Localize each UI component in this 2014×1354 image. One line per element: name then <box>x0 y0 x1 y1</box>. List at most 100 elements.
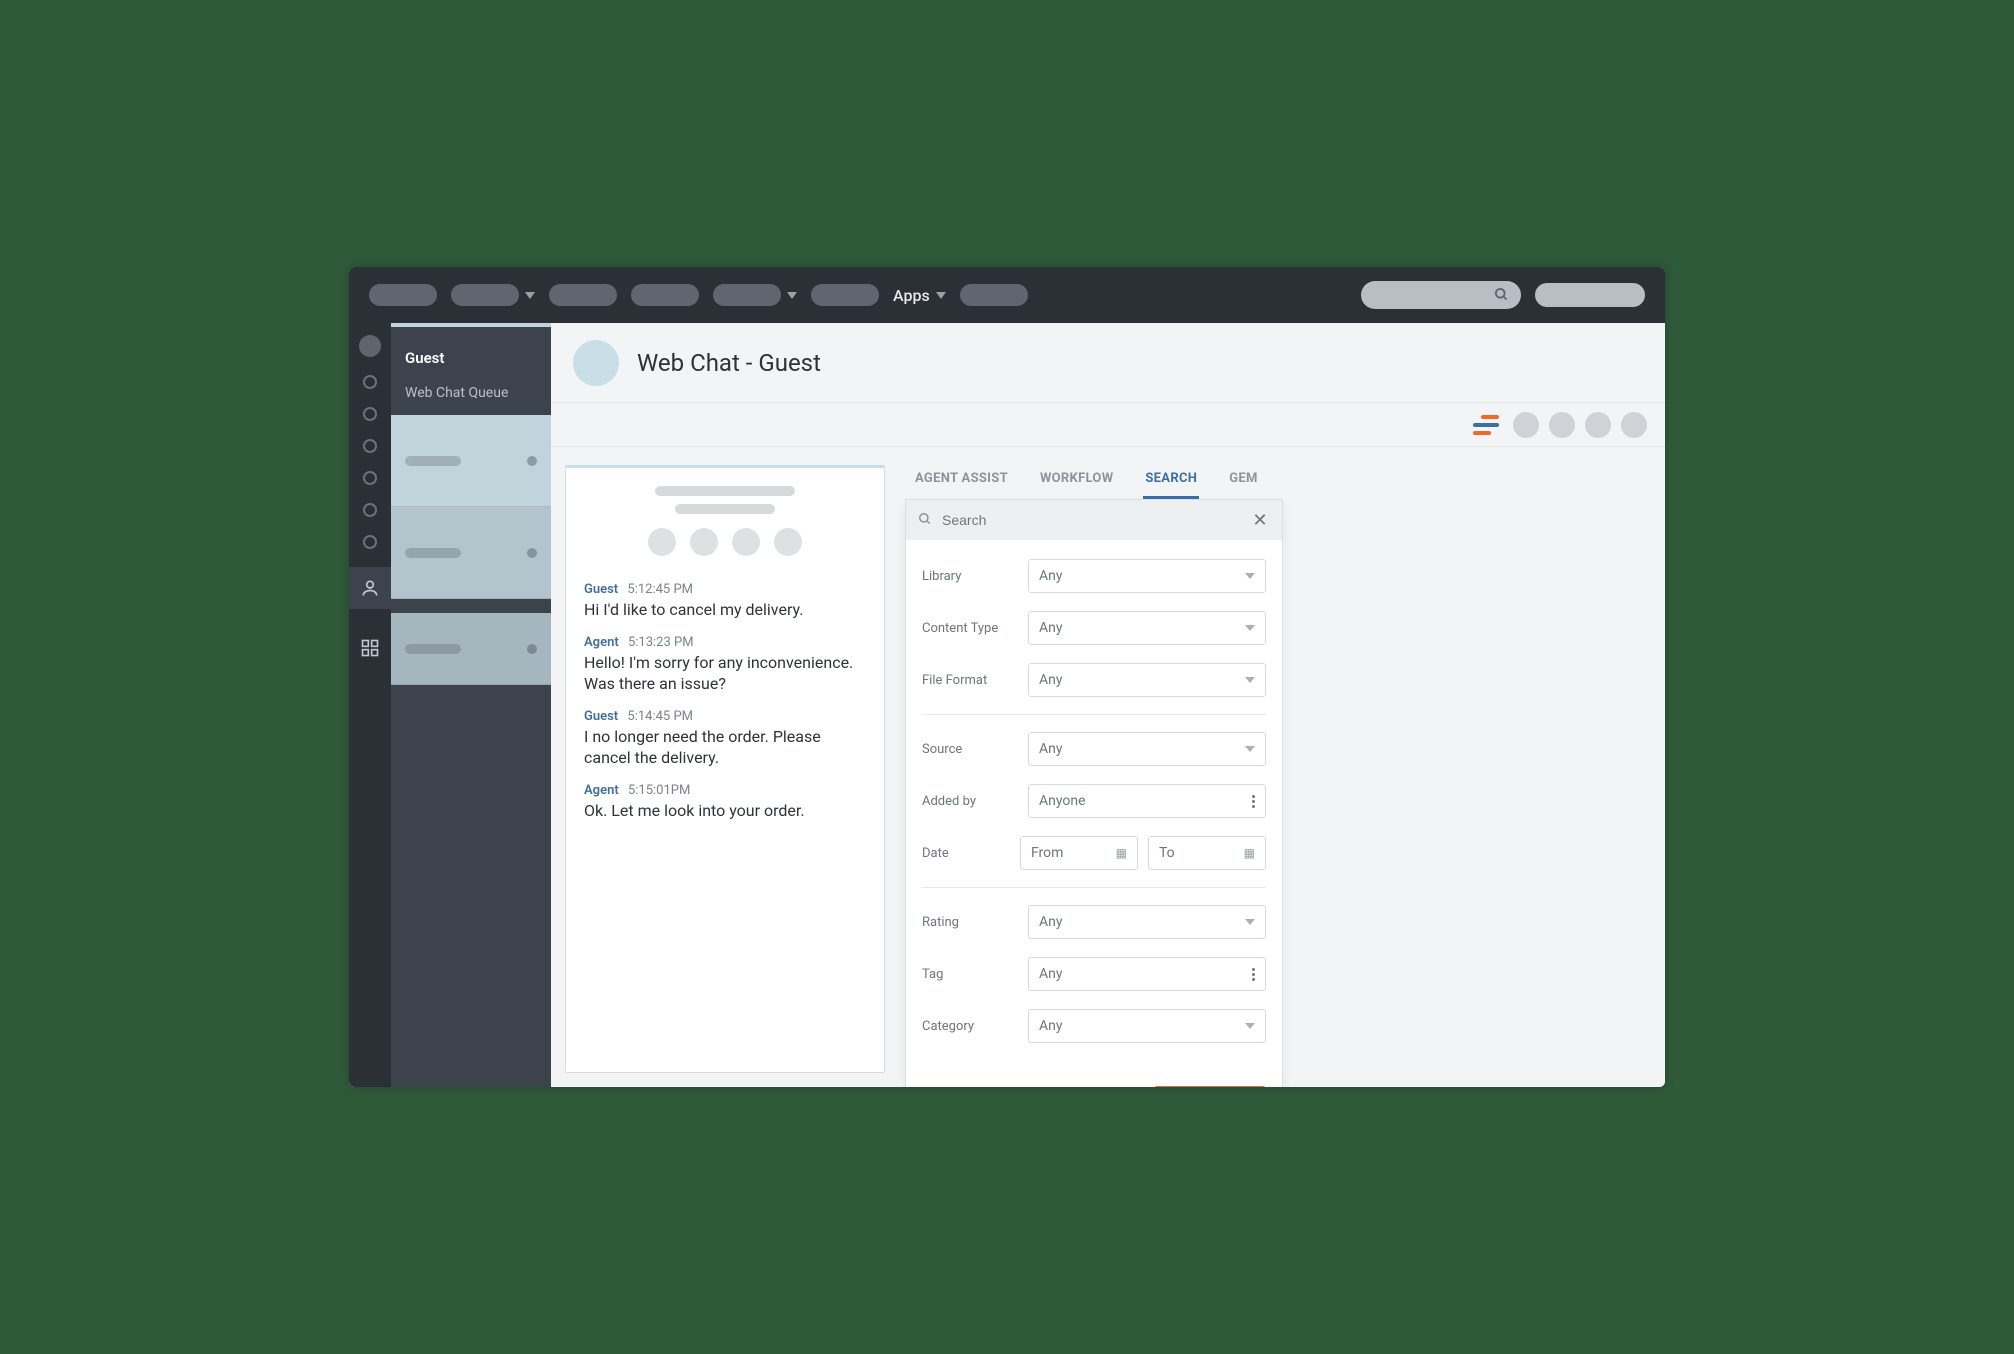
chat-timestamp: 5:14:45 PM <box>627 709 693 724</box>
tab-search[interactable]: SEARCH <box>1143 465 1199 499</box>
tab-gem[interactable]: GEM <box>1227 465 1259 499</box>
search-button[interactable]: SEARCH <box>1154 1086 1266 1087</box>
rail-status-1[interactable] <box>363 375 377 389</box>
rail-status-6[interactable] <box>363 535 377 549</box>
chat-text: Ok. Let me look into your order. <box>584 800 866 822</box>
tool-action-4[interactable] <box>1621 412 1647 438</box>
user-menu[interactable] <box>1535 283 1645 307</box>
conversation-title: Web Chat - Guest <box>637 349 821 377</box>
nav-apps-label: Apps <box>893 286 930 305</box>
chevron-down-icon <box>1245 746 1255 752</box>
close-icon[interactable]: ✕ <box>1250 510 1270 531</box>
sidebar-item-status-dot <box>527 644 537 654</box>
chat-sender: Agent <box>584 635 619 650</box>
chat-timestamp: 5:15:01PM <box>628 783 690 798</box>
date-label: Date <box>922 846 1010 861</box>
app-frame: Apps <box>349 267 1665 1087</box>
chat-header-avatars <box>584 528 866 556</box>
nav-placeholder-6[interactable] <box>811 284 879 306</box>
tool-strip <box>551 403 1665 447</box>
chevron-down-icon <box>1245 1023 1255 1029</box>
rail-status-3[interactable] <box>363 439 377 453</box>
rail-person-icon[interactable] <box>349 567 391 609</box>
added-by-label: Added by <box>922 794 1018 809</box>
chat-message: Guest 5:14:45 PM I no longer need the or… <box>584 709 866 769</box>
icon-rail <box>349 323 391 1087</box>
main: Web Chat - Guest <box>551 323 1665 1087</box>
content-type-select[interactable]: Any <box>1028 611 1266 645</box>
tab-workflow[interactable]: WORKFLOW <box>1038 465 1115 499</box>
main-header: Web Chat - Guest <box>551 323 1665 403</box>
nav-dropdown-1[interactable] <box>451 284 535 306</box>
conversation-avatar <box>573 340 619 386</box>
chat-message: Agent 5:15:01PM Ok. Let me look into you… <box>584 783 866 822</box>
chevron-down-icon <box>936 292 946 299</box>
added-by-select[interactable]: Anyone <box>1028 784 1266 818</box>
rail-status-2[interactable] <box>363 407 377 421</box>
file-format-select[interactable]: Any <box>1028 663 1266 697</box>
nav-placeholder-7[interactable] <box>960 284 1028 306</box>
nav-dropdown-2[interactable] <box>713 284 797 306</box>
topbar: Apps <box>349 267 1665 323</box>
chat-card: Guest 5:12:45 PM Hi I'd like to cancel m… <box>565 465 885 1073</box>
library-select[interactable]: Any <box>1028 559 1266 593</box>
calendar-icon: ▦ <box>1244 846 1255 860</box>
chat-timestamp: 5:13:23 PM <box>628 635 694 650</box>
sidebar-queue-item-3[interactable] <box>391 613 551 685</box>
tool-action-2[interactable] <box>1549 412 1575 438</box>
sidebar-subtitle[interactable]: Web Chat Queue <box>391 377 551 415</box>
calendar-icon: ▦ <box>1116 846 1127 860</box>
chat-timestamp: 5:12:45 PM <box>627 582 693 597</box>
date-to-input[interactable]: To ▦ <box>1148 836 1266 870</box>
more-options-icon <box>1252 795 1255 808</box>
tag-label: Tag <box>922 967 1018 982</box>
sidebar-queue-item-1[interactable] <box>391 415 551 507</box>
rail-avatar[interactable] <box>359 335 381 357</box>
search-icon <box>1494 287 1509 306</box>
search-panel-actions: RESET SEARCH <box>906 1068 1282 1087</box>
chevron-down-icon <box>1245 919 1255 925</box>
tab-agent-assist[interactable]: AGENT ASSIST <box>913 465 1010 499</box>
chevron-down-icon <box>1245 677 1255 683</box>
nav-placeholder-3[interactable] <box>549 284 617 306</box>
search-icon <box>918 511 932 530</box>
sidebar-item-placeholder <box>405 456 461 466</box>
file-format-label: File Format <box>922 673 1018 688</box>
tool-action-3[interactable] <box>1585 412 1611 438</box>
chat-sender: Guest <box>584 709 618 724</box>
sidebar-queue-item-2[interactable] <box>391 507 551 599</box>
sidebar-item-status-dot <box>527 456 537 466</box>
chevron-down-icon <box>1245 573 1255 579</box>
chevron-down-icon <box>525 292 535 299</box>
sidebar-item-placeholder <box>405 548 461 558</box>
chevron-down-icon <box>1245 625 1255 631</box>
rail-status-5[interactable] <box>363 503 377 517</box>
source-select[interactable]: Any <box>1028 732 1266 766</box>
content-type-label: Content Type <box>922 621 1018 636</box>
tag-select[interactable]: Any <box>1028 957 1266 991</box>
chat-sender: Agent <box>584 783 619 798</box>
rail-apps-icon[interactable] <box>349 627 391 669</box>
sidebar-item-placeholder <box>405 644 461 654</box>
nav-placeholder-1[interactable] <box>369 284 437 306</box>
more-options-icon <box>1252 968 1255 981</box>
chat-message: Guest 5:12:45 PM Hi I'd like to cancel m… <box>584 582 866 621</box>
search-input[interactable] <box>942 512 1240 528</box>
chat-text: Hello! I'm sorry for any inconvenience. … <box>584 652 866 695</box>
chat-text: I no longer need the order. Please cance… <box>584 726 866 769</box>
tool-action-1[interactable] <box>1513 412 1539 438</box>
content-area: Guest 5:12:45 PM Hi I'd like to cancel m… <box>551 447 1665 1087</box>
chat-text: Hi I'd like to cancel my delivery. <box>584 599 866 621</box>
source-label: Source <box>922 742 1018 757</box>
date-from-input[interactable]: From ▦ <box>1020 836 1138 870</box>
rating-select[interactable]: Any <box>1028 905 1266 939</box>
sidebar-item-status-dot <box>527 548 537 558</box>
nav-apps-dropdown[interactable]: Apps <box>893 286 946 305</box>
brand-icon[interactable] <box>1473 415 1499 435</box>
search-bar: ✕ <box>906 500 1282 540</box>
chat-message: Agent 5:13:23 PM Hello! I'm sorry for an… <box>584 635 866 695</box>
global-search-input[interactable] <box>1361 281 1521 309</box>
category-select[interactable]: Any <box>1028 1009 1266 1043</box>
rail-status-4[interactable] <box>363 471 377 485</box>
nav-placeholder-4[interactable] <box>631 284 699 306</box>
